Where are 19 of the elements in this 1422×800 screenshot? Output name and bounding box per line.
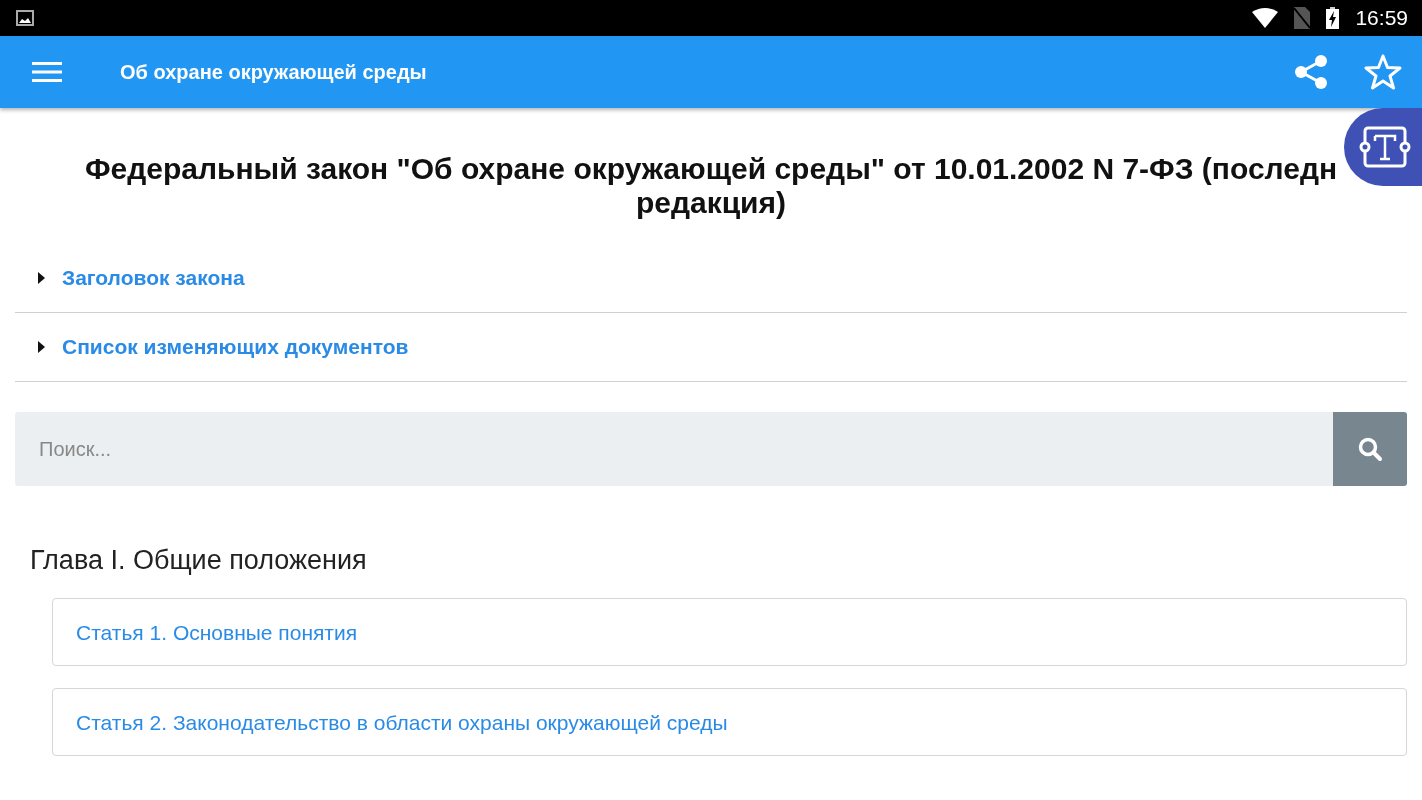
share-icon [1294,54,1328,90]
wifi-icon [1252,8,1279,28]
app-bar-title: Об охране окружающей среды [120,60,427,85]
no-sim-icon [1294,7,1311,29]
clock-time: 16:59 [1355,5,1408,32]
text-format-button[interactable] [1344,108,1422,186]
search-icon [1357,436,1383,462]
menu-icon [32,61,62,83]
section-toggle[interactable]: Список изменяющих документов [62,331,409,363]
chapter-heading: Глава I. Общие положения [30,544,368,577]
text-format-icon [1359,125,1411,169]
search-button[interactable] [1333,412,1407,486]
article-link[interactable]: Статья 1. Основные понятия [52,598,1407,667]
section-toggle[interactable]: Заголовок закона [62,262,245,294]
battery-charging-icon [1326,7,1340,29]
document-title: Федеральный закон "Об охране окружающей среды" от 10.01.2002 N 7-ФЗ (последн редакция) [83,152,1339,220]
article-link[interactable]: Статья 2. Законодательство в области охраны окружающей среды [52,688,1407,757]
image-icon [16,10,34,26]
search-field[interactable]: Поиск... [15,412,1333,486]
